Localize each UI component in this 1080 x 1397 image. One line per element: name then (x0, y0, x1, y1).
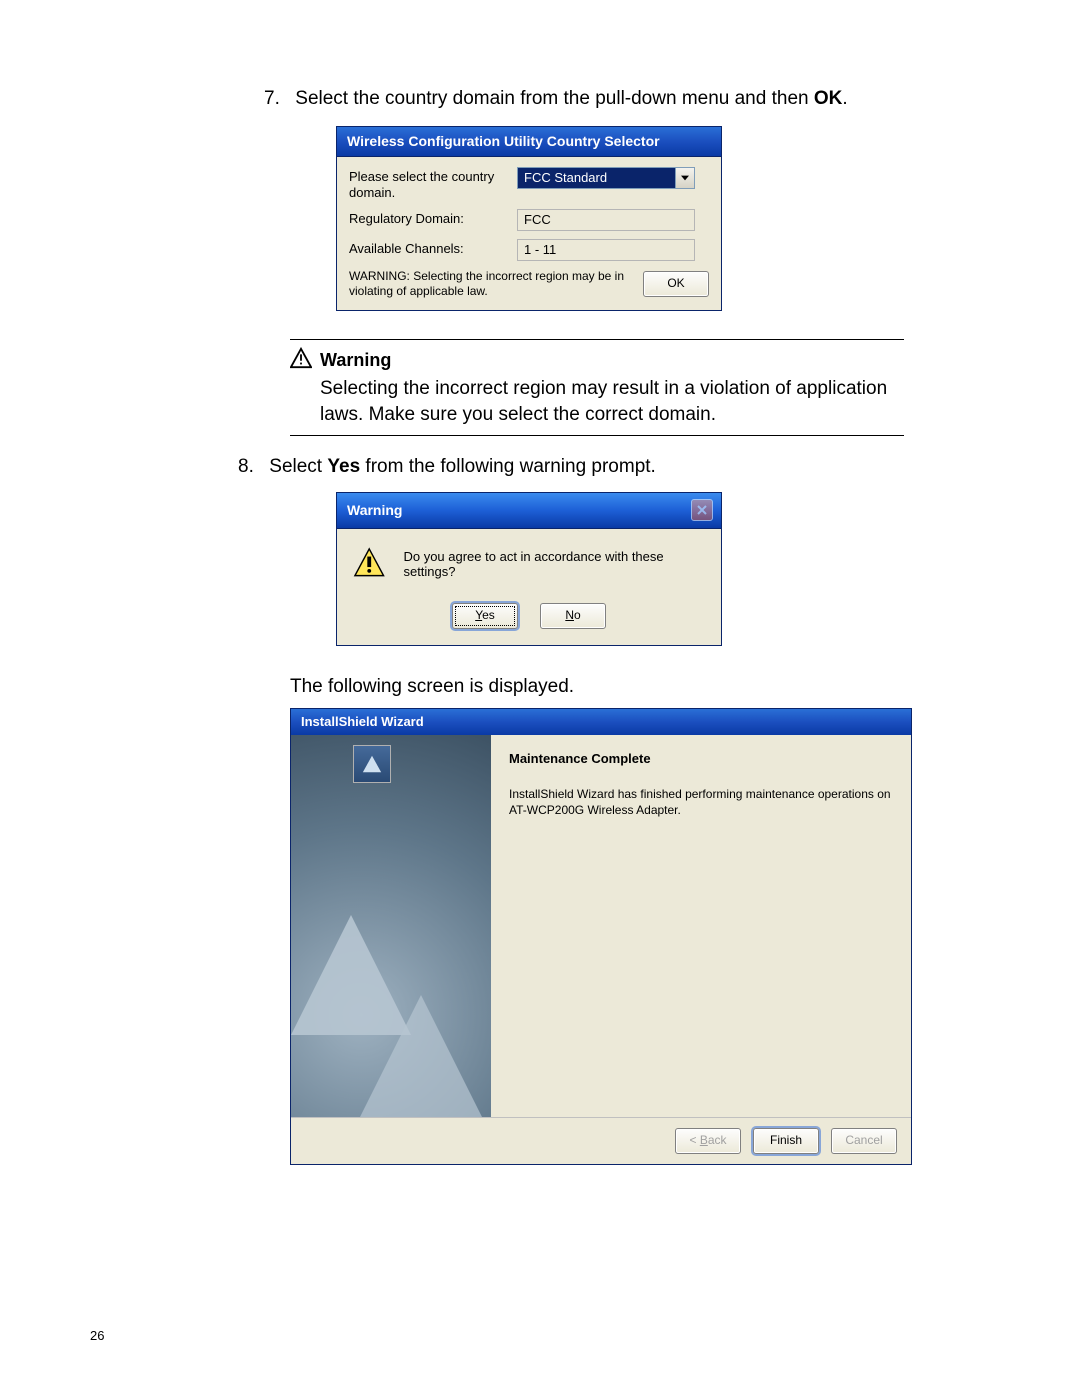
warning-body: Selecting the incorrect region may resul… (320, 376, 904, 427)
dialog-warning-text: WARNING: Selecting the incorrect region … (349, 269, 633, 298)
step-8-text-c: from the following warning prompt. (360, 456, 656, 477)
warning-dialog-title: Warning (347, 502, 402, 518)
installshield-dialog: InstallShield Wizard Maintenance Complet… (290, 708, 912, 1165)
available-channels-value: 1 - 11 (517, 239, 695, 261)
chevron-down-icon[interactable] (675, 168, 694, 188)
warning-heading: Warning (320, 350, 391, 371)
country-selector-dialog: Wireless Configuration Utility Country S… (336, 126, 722, 311)
following-screen-text: The following screen is displayed. (290, 676, 990, 698)
warning-dialog: Warning Do you agree to act in accordanc… (336, 492, 722, 646)
step-8-number: 8. (238, 454, 264, 480)
step-7: 7. Select the country domain from the pu… (264, 86, 990, 112)
wizard-sidebar (291, 735, 491, 1117)
step-7-text-c: . (842, 88, 847, 109)
page-number: 26 (90, 1328, 104, 1343)
installshield-logo-icon (353, 745, 391, 783)
step-7-text-b: OK (814, 88, 843, 109)
country-selector-title: Wireless Configuration Utility Country S… (337, 127, 721, 157)
warning-dialog-message: Do you agree to act in accordance with t… (403, 549, 705, 579)
country-domain-value: FCC Standard (518, 170, 675, 185)
regulatory-domain-label: Regulatory Domain: (349, 209, 517, 227)
step-7-text-a: Select the country domain from the pull-… (295, 88, 814, 109)
maintenance-complete-heading: Maintenance Complete (509, 751, 893, 766)
available-channels-label: Available Channels: (349, 239, 517, 257)
step-7-number: 7. (264, 86, 290, 112)
installshield-title: InstallShield Wizard (291, 709, 911, 735)
warning-callout: Warning Selecting the incorrect region m… (290, 339, 904, 436)
finish-button[interactable]: Finish (753, 1128, 819, 1154)
no-button[interactable]: No (540, 603, 606, 629)
country-label: Please select the country domain. (349, 167, 517, 202)
country-domain-dropdown[interactable]: FCC Standard (517, 167, 695, 189)
step-8: 8. Select Yes from the following warning… (238, 454, 990, 480)
back-button: < Back (675, 1128, 741, 1154)
yes-button[interactable]: Yes (452, 603, 518, 629)
ok-button[interactable]: OK (643, 271, 709, 297)
cancel-button: Cancel (831, 1128, 897, 1154)
regulatory-domain-value: FCC (517, 209, 695, 231)
warning-icon (290, 347, 312, 374)
maintenance-complete-body: InstallShield Wizard has finished perfor… (509, 786, 893, 818)
step-8-text-a: Select (269, 456, 327, 477)
step-8-text-b: Yes (327, 456, 360, 477)
exclamation-icon (353, 547, 385, 581)
close-icon[interactable] (691, 499, 713, 521)
